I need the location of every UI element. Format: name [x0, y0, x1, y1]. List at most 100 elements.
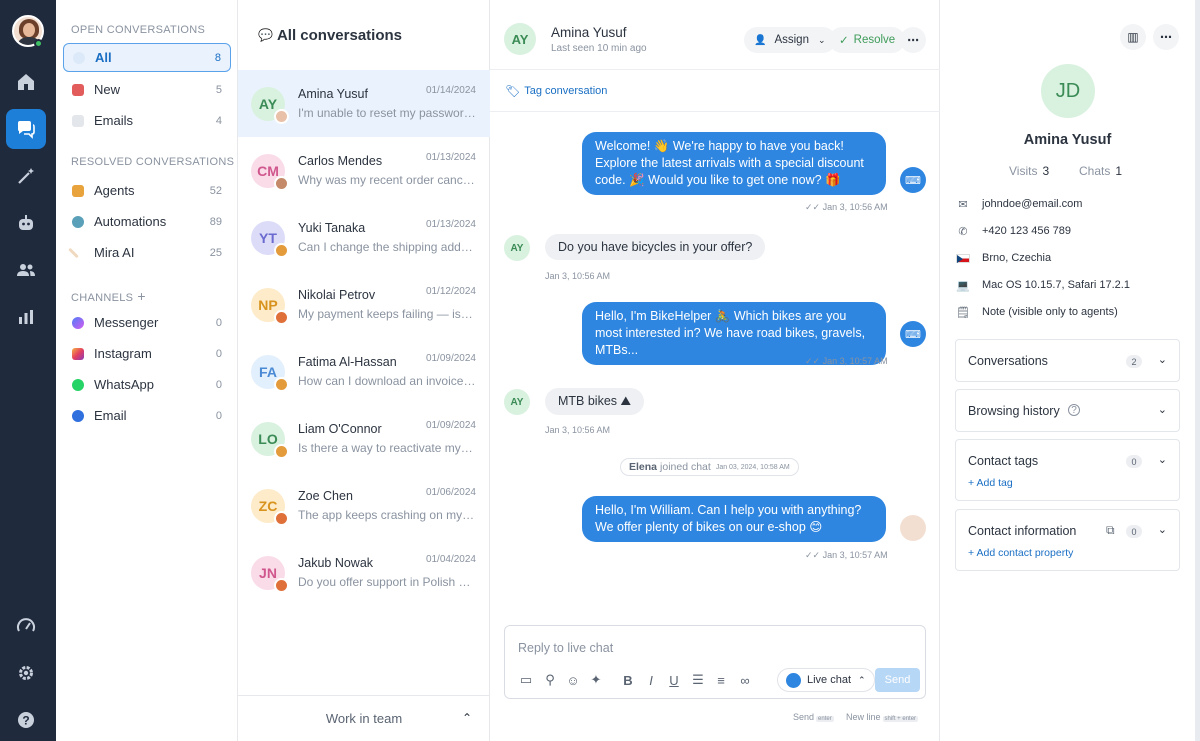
canned-response-icon[interactable]: ▭ — [518, 672, 534, 688]
conversation-item[interactable]: JN Jakub Nowak 01/04/2024 Do you offer s… — [238, 539, 490, 606]
ai-wand-icon[interactable]: ✦ — [588, 672, 604, 688]
folder-emails[interactable]: Emails 4 — [63, 106, 231, 135]
contact-avatar: JN — [251, 556, 289, 593]
folder-new[interactable]: New 5 — [63, 75, 231, 104]
more-options-icon[interactable]: ⋯ — [900, 27, 926, 53]
location-value: Brno, Czechia — [982, 252, 1052, 264]
contact-avatar: AY — [504, 23, 536, 55]
email-row: ✉ johndoe@email.com — [956, 197, 1186, 211]
incoming-message: MTB bikes ⛰ — [545, 388, 645, 415]
conversation-item[interactable]: ZC Zoe Chen 01/06/2024 The app keeps cra… — [238, 472, 490, 539]
conversation-name: Fatima Al-Hassan — [298, 355, 397, 369]
resolve-button[interactable]: ✓ Resolve — [829, 27, 906, 53]
section-title: Contact tags — [968, 454, 1039, 468]
attachment-icon[interactable]: ⚲ — [542, 672, 558, 688]
add-contact-property-link[interactable]: + Add contact property — [968, 547, 1073, 559]
envelope-icon — [72, 114, 84, 127]
contact-tags-section[interactable]: Contact tags 0 ⌄ + Add tag — [955, 439, 1180, 501]
note-placeholder[interactable]: Note (visible only to agents) — [982, 306, 1118, 318]
outgoing-message: Hello, I'm William. Can I help you with … — [582, 496, 886, 542]
send-button[interactable]: Send — [875, 668, 920, 692]
numbered-list-icon[interactable]: ≡ — [713, 672, 729, 688]
contacts-icon[interactable] — [6, 250, 46, 290]
chevron-down-icon: ⌄ — [1157, 454, 1167, 466]
tag-conversation-button[interactable]: 🏷 Tag conversation — [490, 70, 940, 112]
add-channel-icon[interactable]: + — [137, 288, 145, 304]
bullet-list-icon[interactable]: ☰ — [690, 672, 706, 688]
conversations-icon[interactable] — [6, 109, 46, 149]
folder-automations[interactable]: Automations 89 — [63, 207, 231, 236]
avatar-initials: ZC — [258, 498, 278, 514]
email-value[interactable]: johndoe@email.com — [982, 198, 1082, 210]
browsing-history-section[interactable]: Browsing history ? ⌄ — [955, 389, 1180, 432]
panel-layout-icon[interactable]: ▥ — [1120, 24, 1146, 50]
conversation-item[interactable]: NP Nikolai Petrov 01/12/2024 My payment … — [238, 271, 490, 338]
conversation-date: 01/12/2024 — [425, 286, 476, 297]
reply-composer[interactable]: Reply to live chat ▭ ⚲ ☺ ✦ B I U ☰ ≡ ∞ L… — [504, 625, 926, 699]
conversation-item[interactable]: AY Amina Yusuf 01/14/2024 I'm unable to … — [238, 70, 490, 137]
conversation-item[interactable]: YT Yuki Tanaka 01/13/2024 Can I change t… — [238, 204, 490, 271]
conversation-preview: Do you offer support in Polish or other … — [298, 575, 476, 589]
folder-mira-ai[interactable]: Mira AI 25 — [63, 238, 231, 267]
copy-icon[interactable]: ⧉ — [1106, 523, 1115, 538]
conversation-item[interactable]: LO Liam O'Connor 01/09/2024 Is there a w… — [238, 405, 490, 472]
conversation-item[interactable]: FA Fatima Al-Hassan 01/09/2024 How can I… — [238, 338, 490, 405]
speed-gauge-icon[interactable] — [6, 606, 46, 646]
emoji-icon[interactable]: ☺ — [565, 672, 581, 688]
reply-placeholder[interactable]: Reply to live chat — [518, 641, 613, 655]
channel-whatsapp[interactable]: WhatsApp 0 — [63, 370, 231, 399]
message-time: ✓✓ Jan 3, 10:56 AM — [805, 202, 888, 212]
contact-avatar: LO — [251, 422, 289, 459]
settings-gear-icon[interactable] — [6, 653, 46, 693]
note-row[interactable]: 🗒 Note (visible only to agents) — [956, 305, 1186, 319]
conversation-preview: I'm unable to reset my password. I've tr… — [298, 106, 476, 120]
czech-flag-icon — [956, 251, 970, 265]
help-icon[interactable]: ? — [6, 700, 46, 740]
channel-messenger[interactable]: Messenger 0 — [63, 308, 231, 337]
italic-icon[interactable]: I — [643, 672, 659, 688]
channel-email[interactable]: Email 0 — [63, 401, 231, 430]
conversation-date: 01/09/2024 — [425, 353, 476, 364]
folder-all[interactable]: All 8 — [63, 43, 231, 72]
conversation-preview: The app keeps crashing on my phone whene… — [298, 508, 476, 522]
channel-count: 0 — [215, 316, 222, 329]
folder-label: New — [94, 82, 121, 97]
channel-label: Messenger — [94, 315, 159, 330]
bot-icon[interactable] — [6, 203, 46, 243]
bold-icon[interactable]: B — [620, 672, 636, 688]
chats-value: 1 — [1115, 164, 1123, 178]
folder-count: 25 — [209, 246, 222, 259]
user-icon: 👤 — [754, 34, 767, 46]
location-row: Brno, Czechia — [956, 251, 1186, 265]
conversations-section[interactable]: Conversations 2 ⌄ — [955, 339, 1180, 382]
conversation-preview: Is there a way to reactivate my deleted … — [298, 441, 476, 455]
bot-icon: ⌨ — [900, 321, 926, 347]
chevron-down-icon: ⌄ — [817, 34, 826, 45]
channel-instagram[interactable]: Instagram 0 — [63, 339, 231, 368]
whatsapp-icon — [72, 378, 84, 391]
section-count: 0 — [1126, 455, 1142, 468]
analytics-icon[interactable] — [6, 297, 46, 337]
conversation-date: 01/06/2024 — [425, 487, 476, 498]
folder-agents[interactable]: Agents 52 — [63, 176, 231, 205]
avatar-initials: JN — [259, 565, 277, 581]
laptop-icon: 💻 — [956, 279, 970, 292]
contact-information-section[interactable]: Contact information ⧉ 0 ⌄ + Add contact … — [955, 509, 1180, 571]
underline-icon[interactable]: U — [666, 672, 682, 688]
more-options-icon[interactable]: ⋯ — [1153, 24, 1179, 50]
channel-selector[interactable]: Live chat ⌃ — [777, 668, 875, 692]
resolved-conversations-title: RESOLVED CONVERSATIONS — [71, 156, 235, 168]
home-icon[interactable] — [6, 62, 46, 102]
link-icon[interactable]: ∞ — [737, 672, 753, 688]
magic-wand-icon[interactable] — [6, 156, 46, 196]
outgoing-message: Welcome! 👋 We're happy to have you back!… — [582, 132, 886, 195]
folder-label: Emails — [94, 113, 134, 128]
work-in-team-toggle[interactable]: Work in team ⌃ — [238, 695, 490, 741]
phone-value[interactable]: +420 123 456 789 — [982, 225, 1071, 237]
add-tag-link[interactable]: + Add tag — [968, 477, 1013, 489]
channel-count: 0 — [215, 409, 222, 422]
agent-mini-avatar — [274, 310, 289, 325]
assign-button[interactable]: 👤 Assign ⌄ — [744, 27, 836, 53]
conversation-item[interactable]: CM Carlos Mendes 01/13/2024 Why was my r… — [238, 137, 490, 204]
channel-label: WhatsApp — [94, 377, 154, 392]
